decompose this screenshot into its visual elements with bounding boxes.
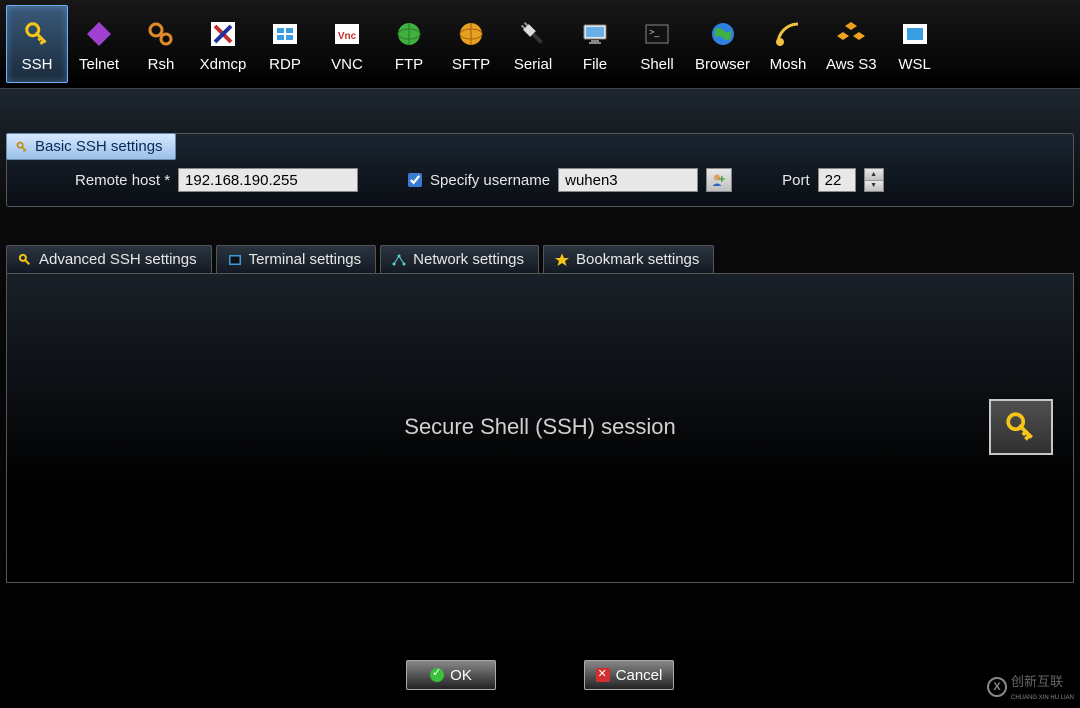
session-type-xdmcp[interactable]: Xdmcp <box>192 5 254 83</box>
tab-label: Network settings <box>413 251 524 268</box>
session-type-label: RDP <box>269 56 301 73</box>
session-type-label: Telnet <box>79 56 119 73</box>
earth-icon <box>707 18 739 50</box>
cancel-label: Cancel <box>616 667 663 684</box>
key-icon <box>17 252 33 268</box>
specify-username-checkbox[interactable] <box>408 173 422 187</box>
tab-label: Bookmark settings <box>576 251 699 268</box>
watermark-brand: 创新互联 <box>1011 674 1063 689</box>
specify-username-label: Specify username <box>430 172 550 189</box>
network-icon <box>391 252 407 268</box>
tab-terminal[interactable]: Terminal settings <box>216 245 377 273</box>
session-type-file[interactable]: File <box>564 5 626 83</box>
windows-icon <box>269 18 301 50</box>
session-icon-button[interactable] <box>989 399 1053 455</box>
session-type-label: WSL <box>898 56 931 73</box>
plug-icon <box>517 18 549 50</box>
tab-network[interactable]: Network settings <box>380 245 539 273</box>
remote-host-label: Remote host * <box>75 172 170 189</box>
terminal-small-icon <box>227 252 243 268</box>
close-icon <box>596 668 610 682</box>
satellite-icon <box>772 18 804 50</box>
globe-green-icon <box>393 18 425 50</box>
terminal-icon: >_ <box>641 18 673 50</box>
windows-flat-icon <box>899 18 931 50</box>
star-icon <box>554 252 570 268</box>
ok-label: OK <box>450 667 472 684</box>
session-type-mosh[interactable]: Mosh <box>757 5 819 83</box>
session-type-label: Browser <box>695 56 750 73</box>
session-type-shell[interactable]: >_ Shell <box>626 5 688 83</box>
session-type-label: SSH <box>22 56 53 73</box>
session-type-label: Shell <box>640 56 673 73</box>
session-type-awss3[interactable]: Aws S3 <box>819 5 884 83</box>
port-input[interactable] <box>818 168 856 192</box>
tab-label: Advanced SSH settings <box>39 251 197 268</box>
watermark: X 创新互联 CHUANG XIN HU LIAN <box>987 671 1074 702</box>
session-type-vnc[interactable]: Vnc VNC <box>316 5 378 83</box>
user-icon <box>711 172 727 188</box>
svg-text:>_: >_ <box>649 27 660 37</box>
port-spinner[interactable]: ▲ ▼ <box>864 168 884 192</box>
key-icon <box>15 140 29 154</box>
key-icon <box>21 18 53 50</box>
session-type-rsh[interactable]: Rsh <box>130 5 192 83</box>
section-header-label: Basic SSH settings <box>35 138 163 155</box>
x-icon <box>207 18 239 50</box>
spinner-up[interactable]: ▲ <box>865 169 883 181</box>
session-type-browser[interactable]: Browser <box>688 5 757 83</box>
vnc-icon: Vnc <box>331 18 363 50</box>
basic-form-row: Remote host * Specify username Port ▲ ▼ <box>15 168 1065 192</box>
monitor-icon <box>579 18 611 50</box>
session-type-label: File <box>583 56 607 73</box>
session-type-label: Mosh <box>770 56 807 73</box>
remote-host-input[interactable] <box>178 168 358 192</box>
session-type-label: SFTP <box>452 56 490 73</box>
session-type-sftp[interactable]: SFTP <box>440 5 502 83</box>
settings-tab-panel: Secure Shell (SSH) session <box>6 273 1074 583</box>
session-type-label: FTP <box>395 56 423 73</box>
watermark-logo: X <box>987 677 1007 697</box>
gears-icon <box>145 18 177 50</box>
dialog-footer: OK Cancel <box>0 660 1080 690</box>
globe-orange-icon <box>455 18 487 50</box>
watermark-sub: CHUANG XIN HU LIAN <box>1011 695 1074 701</box>
session-type-label: Xdmcp <box>200 56 247 73</box>
basic-ssh-settings-header: Basic SSH settings <box>6 133 176 160</box>
ok-button[interactable]: OK <box>406 660 496 690</box>
session-type-ftp[interactable]: FTP <box>378 5 440 83</box>
session-type-label: VNC <box>331 56 363 73</box>
key-icon <box>1001 407 1041 447</box>
session-type-ssh[interactable]: SSH <box>6 5 68 83</box>
session-type-serial[interactable]: Serial <box>502 5 564 83</box>
session-type-label: Rsh <box>148 56 175 73</box>
session-type-label: Serial <box>514 56 552 73</box>
port-label: Port <box>782 172 810 189</box>
tab-bookmark[interactable]: Bookmark settings <box>543 245 714 273</box>
session-type-telnet[interactable]: Telnet <box>68 5 130 83</box>
user-picker-button[interactable] <box>706 168 732 192</box>
settings-tab-strip: Advanced SSH settings Terminal settings … <box>6 245 1074 273</box>
cubes-icon <box>835 18 867 50</box>
session-type-rdp[interactable]: RDP <box>254 5 316 83</box>
username-input[interactable] <box>558 168 698 192</box>
settings-tabs-section: Advanced SSH settings Terminal settings … <box>6 245 1074 583</box>
cancel-button[interactable]: Cancel <box>584 660 674 690</box>
spinner-down[interactable]: ▼ <box>865 181 883 192</box>
session-type-label: Aws S3 <box>826 56 877 73</box>
session-type-toolbar: SSH Telnet Rsh Xdmcp RDP Vnc VNC FTP SFT… <box>0 0 1080 89</box>
check-icon <box>430 668 444 682</box>
tab-advanced-ssh[interactable]: Advanced SSH settings <box>6 245 212 273</box>
session-description: Secure Shell (SSH) session <box>7 414 1073 440</box>
basic-ssh-settings-section: Basic SSH settings Remote host * Specify… <box>6 133 1074 207</box>
svg-text:Vnc: Vnc <box>338 31 357 42</box>
diamond-icon <box>83 18 115 50</box>
tab-label: Terminal settings <box>249 251 362 268</box>
session-type-wsl[interactable]: WSL <box>884 5 946 83</box>
